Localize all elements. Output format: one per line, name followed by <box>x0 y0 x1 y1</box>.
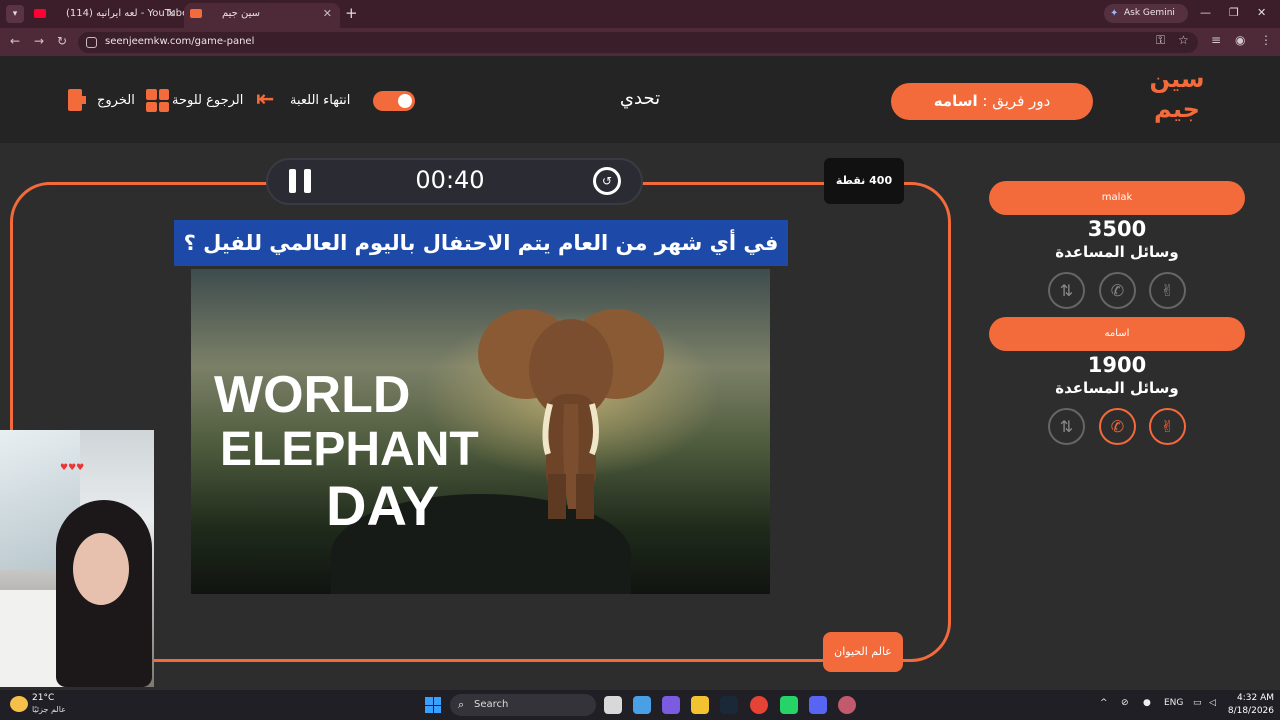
game-mode-title: تحدي <box>619 88 661 109</box>
file-explorer-icon[interactable] <box>691 696 709 714</box>
seenjeem-logo: سين جيم <box>1149 65 1205 123</box>
exit-door-icon[interactable] <box>68 89 86 111</box>
taskbar-search[interactable]: ⌕ Search <box>450 694 596 716</box>
tab-seenjeem[interactable]: سين جيم ✕ <box>184 3 340 28</box>
question-text: في أي شهر من العام يتم الاحتفال باليوم ا… <box>174 220 788 266</box>
swap-question-icon[interactable]: ⇅ <box>1048 408 1085 445</box>
address-bar[interactable]: seenjeemkw.com/game-panel <box>78 32 1198 53</box>
back-to-board-button[interactable]: الرجوع للوحة <box>172 88 243 114</box>
close-window-icon[interactable]: ✕ <box>1257 6 1266 19</box>
back-arrow-icon[interactable]: ← <box>10 34 20 48</box>
image-caption-line: ELEPHANT <box>220 423 479 476</box>
end-game-label[interactable]: انتهاء اللعبة <box>290 88 350 114</box>
reload-icon[interactable]: ↻ <box>57 34 67 48</box>
image-caption-line: DAY <box>326 474 440 537</box>
category-badge: عالم الحيوان <box>823 632 903 672</box>
call-friend-icon[interactable]: ✆ <box>1099 272 1136 309</box>
youtube-favicon-icon <box>34 9 46 18</box>
question-image: WORLD ELEPHANT DAY <box>191 269 770 594</box>
image-caption-line: WORLD <box>214 366 411 424</box>
whatsapp-icon[interactable] <box>780 696 798 714</box>
volume-icon[interactable]: ◁ <box>1209 698 1216 708</box>
chrome-icon[interactable] <box>750 696 768 714</box>
browser-menu-icon[interactable]: ⋮ <box>1260 33 1272 47</box>
windows-start-icon[interactable] <box>425 697 441 713</box>
weather-temperature[interactable]: 21°C <box>32 693 54 703</box>
ask-gemini-label: Ask Gemini <box>1124 8 1175 18</box>
question-points-badge: 400 نقطة <box>824 158 904 204</box>
countdown-timer: 00:40 <box>415 166 485 194</box>
show-hidden-icons-icon[interactable]: ^ <box>1100 698 1108 708</box>
helpers-label: وسائل المساعدة <box>1055 379 1179 397</box>
team-score: 3500 <box>1087 217 1147 241</box>
restore-icon[interactable]: ❐ <box>1229 6 1239 19</box>
end-game-toggle[interactable] <box>373 91 415 111</box>
tab-title: سين جيم <box>222 8 261 19</box>
language-indicator[interactable]: ENG <box>1164 698 1183 708</box>
two-answers-icon[interactable]: ✌ <box>1149 408 1186 445</box>
copilot-icon[interactable] <box>662 696 680 714</box>
turn-team-name: اسامه <box>933 92 978 110</box>
discord-icon[interactable] <box>809 696 827 714</box>
team-name-badge: اسامه <box>989 317 1245 351</box>
clock-date[interactable]: 8/18/2026 <box>1222 706 1274 716</box>
search-icon: ⌕ <box>458 698 465 711</box>
browser-tab-strip: ▾ (114) لعه ايرانيه - YouTube ✕ سين جيم … <box>0 0 1280 28</box>
clock-time[interactable]: 4:32 AM <box>1232 693 1274 703</box>
tab-close-icon[interactable]: ✕ <box>167 3 176 25</box>
tab-search-button[interactable]: ▾ <box>6 5 24 23</box>
task-view-icon[interactable] <box>604 696 622 714</box>
minimize-icon[interactable]: — <box>1200 6 1211 19</box>
chrome-profile-icon[interactable] <box>838 696 856 714</box>
weather-cloud-sun-icon[interactable] <box>10 696 28 712</box>
network-icon[interactable]: ⊘ <box>1121 698 1129 708</box>
call-friend-icon[interactable]: ✆ <box>1099 408 1136 445</box>
ask-gemini-button[interactable]: ✦ Ask Gemini <box>1104 4 1188 23</box>
new-tab-button[interactable]: + <box>345 4 358 22</box>
back-to-board-arrow-icon[interactable]: ⇤ <box>256 89 286 111</box>
reading-list-icon[interactable]: ≡ <box>1211 33 1221 47</box>
site-info-icon[interactable] <box>86 37 97 48</box>
pause-icon[interactable] <box>289 169 311 193</box>
turn-prefix: دور فريق : <box>982 92 1051 110</box>
address-bar-row: ← → ↻ seenjeemkw.com/game-panel ⚿ ☆ ≡ ◉ … <box>0 28 1280 56</box>
team-score: 1900 <box>1087 353 1147 377</box>
helpers-label: وسائل المساعدة <box>1055 243 1179 261</box>
tab-youtube[interactable]: (114) لعه ايرانيه - YouTube ✕ <box>28 3 184 28</box>
display-icon[interactable]: ▭ <box>1193 698 1202 708</box>
password-key-icon[interactable]: ⚿ <box>1156 33 1165 48</box>
hearts-emoji-icon: ♥♥♥ <box>60 463 85 473</box>
search-label: Search <box>474 699 509 710</box>
weather-description[interactable]: عالم جزئيًا <box>32 705 66 714</box>
bookmark-star-icon[interactable]: ☆ <box>1178 33 1189 47</box>
steam-icon[interactable] <box>720 696 738 714</box>
team-name-badge: malak <box>989 181 1245 215</box>
webcam-overlay: ♥♥♥ <box>0 430 154 687</box>
board-grid-icon[interactable] <box>146 89 169 112</box>
current-turn-badge: دور فريق : اسامه <box>891 83 1093 120</box>
elephant-illustration <box>478 309 664 519</box>
url-text: seenjeemkw.com/game-panel <box>105 36 255 47</box>
swap-question-icon[interactable]: ⇅ <box>1048 272 1085 309</box>
gemini-spark-icon: ✦ <box>1110 8 1119 19</box>
forward-arrow-icon[interactable]: → <box>34 34 44 48</box>
profile-avatar-icon[interactable]: ◉ <box>1235 33 1245 47</box>
microphone-icon[interactable]: ● <box>1143 698 1151 708</box>
tab-close-icon[interactable]: ✕ <box>323 3 332 25</box>
reset-timer-icon[interactable]: ↺ <box>593 167 621 195</box>
seenjeem-favicon-icon <box>190 9 202 18</box>
exit-button[interactable]: الخروج <box>97 88 135 114</box>
two-answers-icon[interactable]: ✌ <box>1149 272 1186 309</box>
store-icon[interactable] <box>633 696 651 714</box>
